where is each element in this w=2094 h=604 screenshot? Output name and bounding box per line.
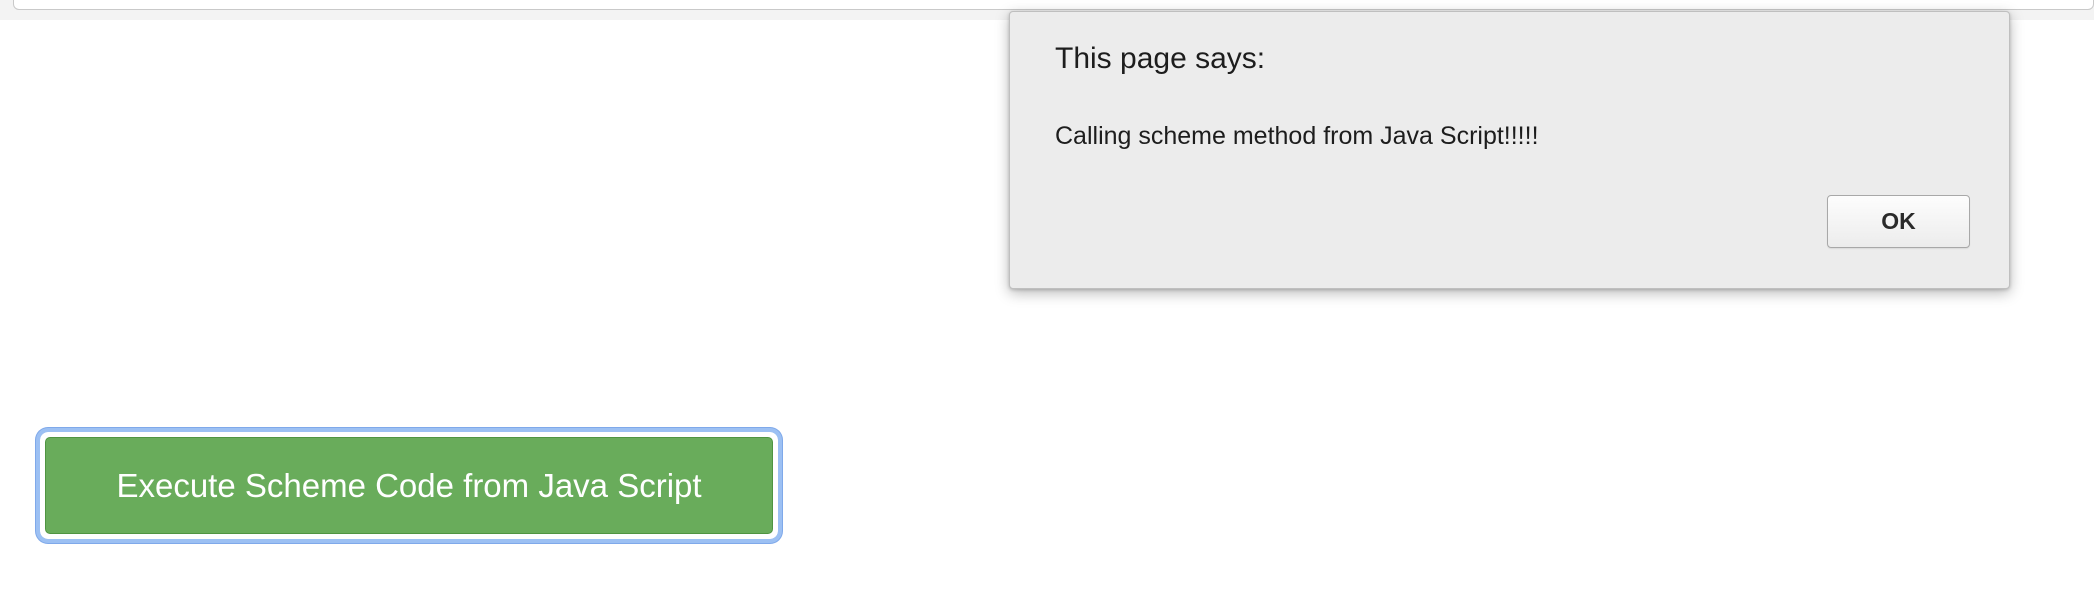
alert-ok-button[interactable]: OK xyxy=(1827,195,1970,248)
execute-scheme-code-button[interactable]: Execute Scheme Code from Java Script xyxy=(45,437,773,534)
alert-title: This page says: xyxy=(1055,42,1266,75)
address-bar[interactable] xyxy=(13,0,2094,10)
alert-message: Calling scheme method from Java Script!!… xyxy=(1055,122,1539,150)
browser-page: Execute Scheme Code from Java Script Thi… xyxy=(0,0,2094,604)
javascript-alert-dialog: This page says: Calling scheme method fr… xyxy=(1009,11,2010,289)
